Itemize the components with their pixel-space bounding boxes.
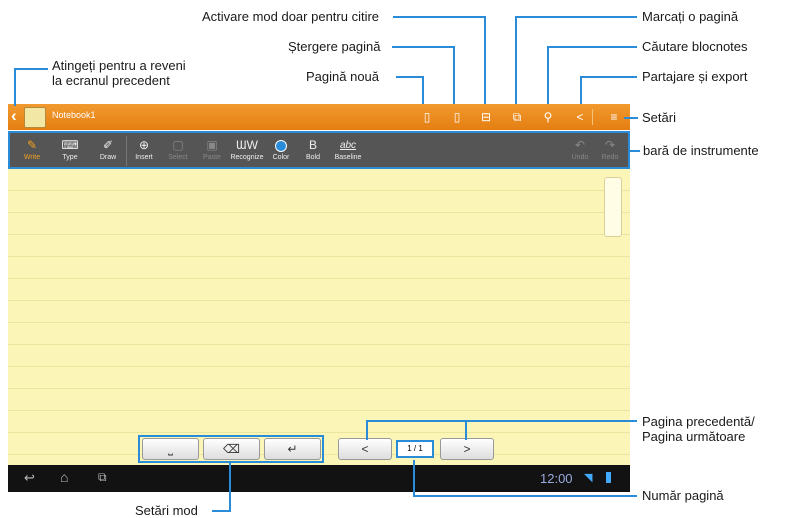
callout-line (630, 150, 640, 152)
callout-line (580, 76, 637, 78)
prev-page-button[interactable]: < (338, 438, 392, 460)
system-bar: ↩ ⌂ ⧉ 12:00 ◥ (8, 465, 630, 492)
tool-write[interactable]: ✎ Write (12, 137, 52, 167)
tool-paste[interactable]: ▣ Paste (192, 137, 232, 167)
callout-bookmark: Marcați o pagină (642, 9, 739, 24)
callout-line (393, 16, 485, 18)
home-icon[interactable]: ⌂ (60, 469, 68, 485)
callout-line (515, 16, 637, 18)
tool-label: Type (62, 154, 78, 161)
pen-icon: ✎ (26, 138, 38, 152)
keyboard-icon: ⌨ (61, 138, 79, 152)
back-icon[interactable]: ‹ (11, 106, 17, 126)
callout-line (396, 76, 423, 78)
callout-read-only: Activare mod doar pentru citire (202, 9, 380, 24)
baseline-icon: abc (339, 140, 357, 151)
callout-line (212, 510, 231, 512)
system-back-icon[interactable]: ↩ (24, 470, 35, 486)
settings-menu-icon[interactable]: ≡ (605, 108, 623, 126)
tool-label: Recognize (230, 154, 264, 161)
notebook-title: Notebook1 (52, 110, 96, 120)
backspace-button[interactable]: ⌫ (203, 438, 260, 460)
callout-line (229, 462, 231, 512)
title-bar: ‹ Notebook1 ▯ ▯ ⊟ ⧉ ⚲ < ≡ (8, 104, 630, 130)
recent-apps-icon[interactable]: ⧉ (98, 470, 107, 485)
callout-page-number: Număr pagină (642, 488, 724, 503)
tool-baseline[interactable]: abc Baseline (328, 137, 368, 167)
tool-label: Bold (305, 154, 320, 161)
callout-toolbar: bară de instrumente (643, 143, 759, 158)
battery-icon (606, 472, 611, 483)
callout-line (547, 46, 549, 104)
tool-label: Paste (203, 154, 221, 161)
tool-label: Undo (571, 154, 589, 161)
toolbar: ✎ Write ⌨ Type ✐ Draw ⊕ Insert ▢ Select ▣ Past… (8, 131, 630, 169)
new-page-icon[interactable]: ▯ (418, 108, 436, 126)
tool-label: Draw (99, 154, 117, 161)
tool-label: Redo (601, 154, 619, 161)
notebook-icon (24, 107, 46, 128)
callout-line (547, 46, 637, 48)
callout-line (366, 420, 637, 422)
callout-line (580, 76, 582, 104)
next-page-button[interactable]: > (440, 438, 494, 460)
tool-type[interactable]: ⌨ Type (50, 137, 90, 167)
delete-page-icon[interactable]: ▯ (448, 108, 466, 126)
read-only-icon[interactable]: ⊟ (477, 108, 495, 126)
tool-label: Baseline (334, 154, 362, 161)
enter-button[interactable]: ↵ (264, 438, 321, 460)
callout-line (453, 46, 455, 104)
title-divider (592, 109, 593, 125)
bookmark-icon[interactable]: ⧉ (508, 108, 526, 126)
callout-line (14, 68, 48, 70)
tool-bold[interactable]: B Bold (293, 137, 333, 167)
callout-delete-page: Ștergere pagină (288, 39, 381, 54)
tool-label: Write (23, 154, 41, 161)
tool-draw[interactable]: ✐ Draw (88, 137, 128, 167)
tool-label: Insert (135, 154, 153, 161)
callout-line (413, 495, 637, 497)
tool-label: Color (272, 154, 290, 161)
redo-icon: ↷ (604, 138, 616, 152)
share-icon[interactable]: < (571, 108, 589, 126)
callout-line (484, 16, 486, 104)
page-indicator: 1 / 1 (396, 440, 434, 458)
callout-new-page: Pagină nouă (306, 69, 380, 84)
callout-share: Partajare și export (642, 69, 748, 84)
callout-settings: Setări (642, 110, 676, 125)
callout-line (515, 16, 517, 104)
tool-redo[interactable]: ↷ Redo (590, 137, 630, 167)
clock: 12:00 (540, 471, 573, 486)
space-button[interactable]: ⎵ (142, 438, 199, 460)
wifi-icon: ◥ (584, 472, 593, 484)
callout-line (366, 420, 368, 440)
tool-label: Select (168, 154, 188, 161)
callout-line (413, 460, 415, 497)
callout-prev-next: Pagina precedentă/ Pagina următoare (642, 414, 755, 444)
callout-mode-settings: Setări mod (135, 503, 198, 518)
bold-icon: B (308, 138, 317, 152)
callout-line (422, 76, 424, 104)
callout-line (392, 46, 454, 48)
brush-icon: ✐ (102, 138, 114, 152)
scroll-handle[interactable] (604, 177, 622, 237)
callout-line (14, 68, 16, 106)
paste-icon: ▣ (206, 138, 218, 152)
callout-search: Căutare blocnotes (642, 39, 748, 54)
callout-line (624, 117, 638, 119)
page-number: 1 / 1 (407, 444, 423, 453)
callout-back: Atingeți pentru a reveni la ecranul prec… (52, 58, 186, 88)
callout-line (465, 420, 467, 440)
search-icon[interactable]: ⚲ (539, 108, 557, 126)
